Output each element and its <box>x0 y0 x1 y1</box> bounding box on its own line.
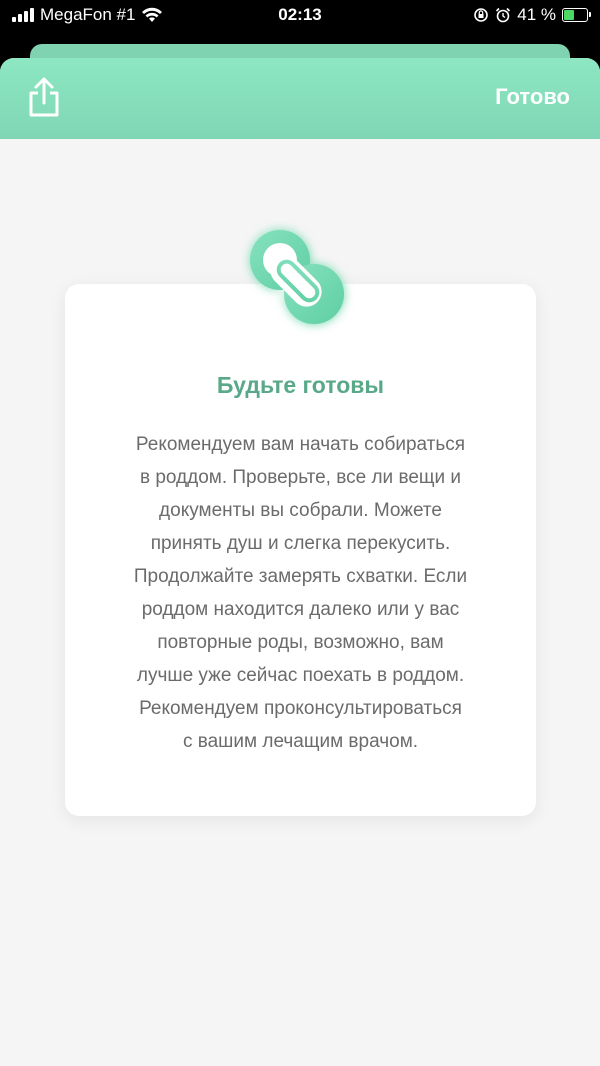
info-card: Будьте готовы Рекомендуем вам начать соб… <box>65 284 536 816</box>
card-text: Рекомендуем вам начать собираться в родд… <box>95 428 506 758</box>
card-text-line: повторные роды, возможно, вам <box>157 632 444 653</box>
battery-fill <box>564 10 574 20</box>
card-text-line: в роддом. Проверьте, все ли вещи и <box>139 467 462 488</box>
battery-percent: 41 % <box>517 5 556 24</box>
done-button[interactable]: Готово <box>495 84 570 110</box>
card-text-line: с вашим лечащим врачом. <box>182 731 419 752</box>
pacifier-icon <box>250 230 344 324</box>
card-text-line: Рекомендуем проконсультироваться <box>139 698 462 719</box>
nav-bar: Готово <box>0 58 600 139</box>
share-icon <box>29 77 59 117</box>
card-title: Будьте готовы <box>216 372 385 398</box>
card-text-line: Продолжайте замерять схватки. Если <box>133 566 468 587</box>
share-button[interactable] <box>24 76 64 120</box>
modal-sheet: Готово Будьте готовы Рекомендуем вам нач… <box>0 58 600 1066</box>
status-right: 41 % <box>473 5 591 25</box>
card-text-line: Рекомендуем вам начать собираться <box>135 434 466 455</box>
status-bar: MegaFon #1 02:13 41 % <box>0 0 600 34</box>
card-text-line: документы вы собрали. Можете <box>159 500 442 521</box>
battery-icon <box>562 8 591 22</box>
orientation-lock-icon <box>474 8 489 22</box>
alarm-icon <box>496 7 511 23</box>
screen: MegaFon #1 02:13 41 % Готово Будьте гото… <box>0 0 600 1066</box>
card-text-line: принять душ и слегка перекусить. <box>150 533 451 554</box>
card-text-line: роддом находится далеко или у вас <box>141 599 460 620</box>
card-text-line: лучше уже сейчас поехать в роддом. <box>136 665 465 686</box>
